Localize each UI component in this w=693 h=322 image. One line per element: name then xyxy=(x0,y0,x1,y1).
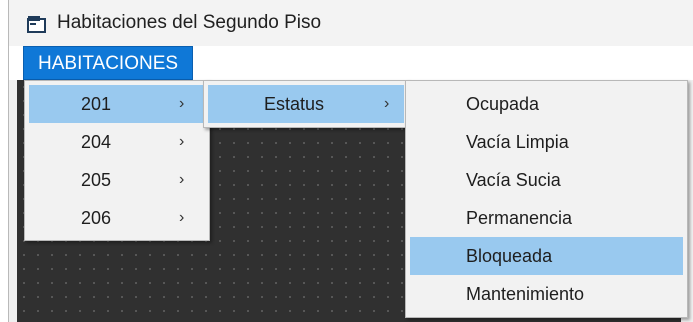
menu-item-label: 204 xyxy=(81,132,112,152)
menu-item-label: Vacía Sucia xyxy=(466,170,561,190)
menu-item-label: Mantenimiento xyxy=(466,284,585,304)
menu-item-201[interactable]: 201 › xyxy=(29,85,205,123)
menu-item-label: 205 xyxy=(81,170,112,190)
menu-item-ocupada[interactable]: Ocupada xyxy=(410,85,683,123)
submenu-arrow-icon: › xyxy=(384,95,390,112)
menu-item-permanencia[interactable]: Permanencia xyxy=(410,199,683,237)
status-submenu: Ocupada Vacía Limpia Vacía Sucia Permane… xyxy=(405,80,688,318)
submenu-arrow-icon: › xyxy=(179,209,185,226)
window-app-icon xyxy=(27,15,47,33)
room-submenu: Estatus › xyxy=(203,80,409,128)
menu-item-estatus[interactable]: Estatus › xyxy=(208,85,404,123)
rooms-menu: 201 › 204 › 205 › 206 › xyxy=(24,80,210,241)
menu-item-label: Ocupada xyxy=(466,94,540,114)
submenu-arrow-icon: › xyxy=(179,133,185,150)
menu-item-bloqueada[interactable]: Bloqueada xyxy=(410,237,683,275)
window-title: Habitaciones del Segundo Piso xyxy=(57,12,322,33)
menu-item-label: Vacía Limpia xyxy=(466,132,569,152)
title-bar: Habitaciones del Segundo Piso xyxy=(9,0,693,46)
menu-item-205[interactable]: 205 › xyxy=(29,161,205,199)
menu-bar: HABITACIONES xyxy=(9,46,693,80)
menu-item-label: Bloqueada xyxy=(466,246,553,266)
menu-item-206[interactable]: 206 › xyxy=(29,199,205,237)
menu-item-label: 206 xyxy=(81,208,112,228)
menu-item-vacia-limpia[interactable]: Vacía Limpia xyxy=(410,123,683,161)
menu-item-label: Permanencia xyxy=(466,208,573,228)
menu-item-mantenimiento[interactable]: Mantenimiento xyxy=(410,275,683,313)
menu-habitaciones[interactable]: HABITACIONES xyxy=(23,46,194,80)
submenu-arrow-icon: › xyxy=(179,171,185,188)
menu-item-label: Estatus xyxy=(264,94,325,114)
menu-item-label: 201 xyxy=(81,94,112,114)
submenu-arrow-icon: › xyxy=(179,95,185,112)
menu-item-204[interactable]: 204 › xyxy=(29,123,205,161)
menu-item-vacia-sucia[interactable]: Vacía Sucia xyxy=(410,161,683,199)
